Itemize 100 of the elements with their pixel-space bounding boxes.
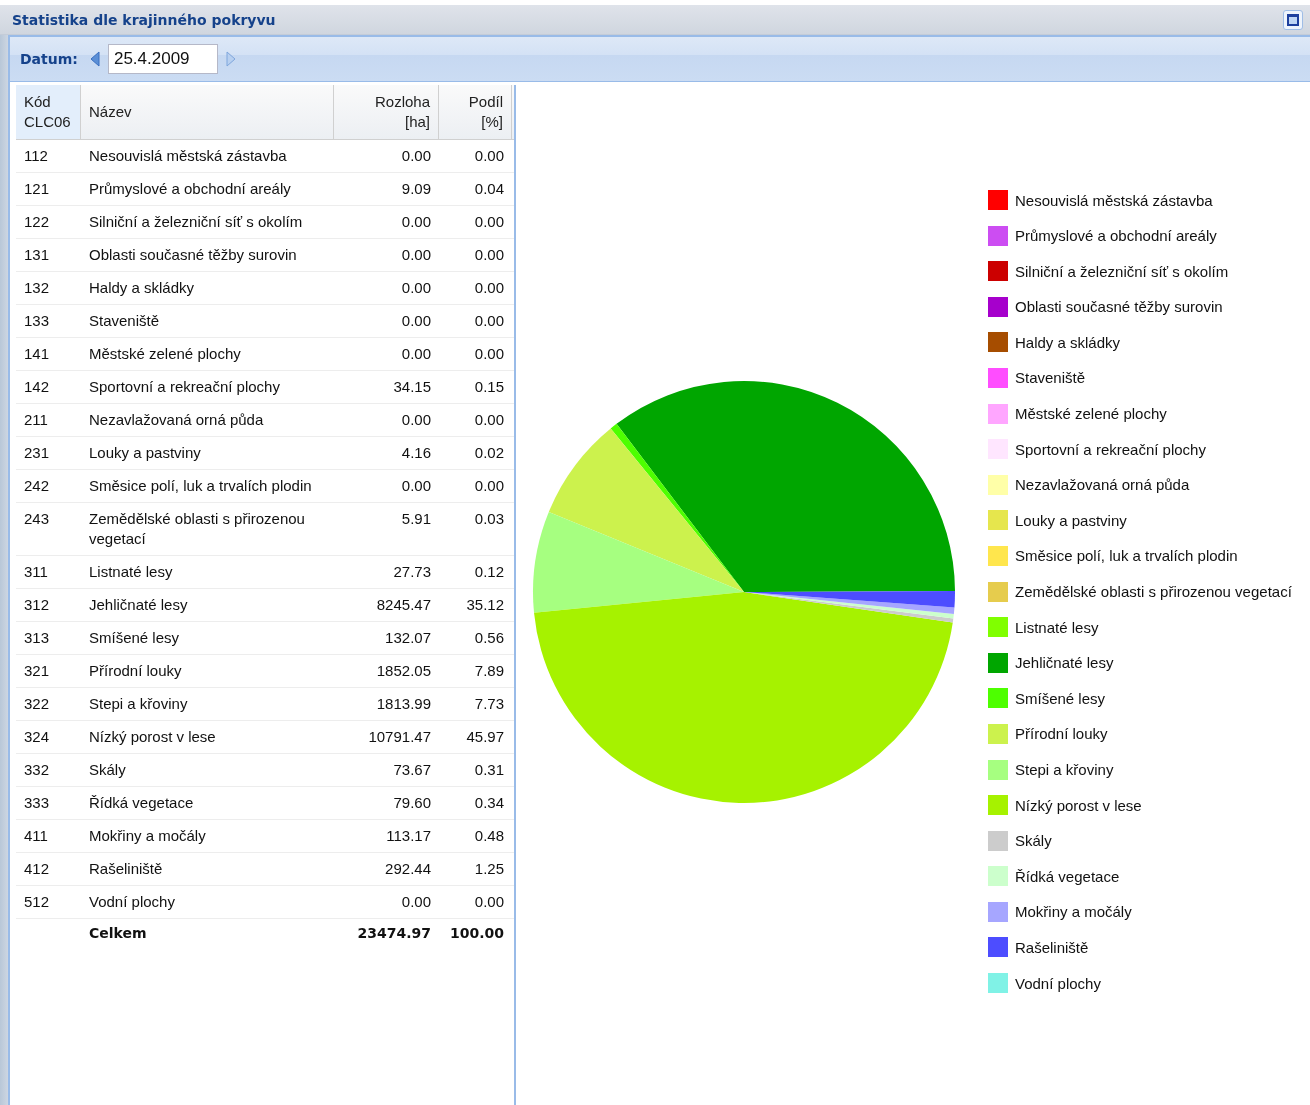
table-cell-text: 322 xyxy=(23,694,51,714)
legend-label: Přírodní louky xyxy=(1015,725,1108,743)
table-cell-text: 0.00 xyxy=(473,212,505,232)
legend-label: Silniční a železniční síť s okolím xyxy=(1015,262,1229,280)
table-cell-text: 0.00 xyxy=(400,212,432,232)
table-cell-text: Smíšené lesy xyxy=(88,628,181,648)
legend-label: Haldy a skládky xyxy=(1015,333,1121,351)
table-cell-text: Nesouvislá městská zástavba xyxy=(88,146,288,166)
table-cell-text: 5.91 xyxy=(400,509,432,529)
table-cell-text: 0.00 xyxy=(473,476,505,496)
table-cell-text: Vodní plochy xyxy=(88,892,176,912)
table-cell-text: 0.00 xyxy=(473,344,505,364)
table-cell-text: 0.00 xyxy=(473,311,505,331)
table-cell-text: 0.34 xyxy=(473,793,505,813)
legend-label: Nízký porost v lese xyxy=(1015,796,1142,814)
table-cell-text: 10791.47 xyxy=(367,727,432,747)
table-cell-text: Haldy a skládky xyxy=(88,278,196,298)
table-cell-text: 142 xyxy=(23,377,51,397)
panel-title: Statistika dle krajinného pokryvu xyxy=(12,11,276,28)
table-cell-text: Zemědělské oblasti s přirozenou vegetací xyxy=(88,509,306,549)
table-cell-text: 141 xyxy=(23,344,51,364)
date-field[interactable]: 25.4.2009 xyxy=(107,44,218,74)
table-cell-text: 0.00 xyxy=(400,311,432,331)
table-cell-text: Sportovní a rekreační plochy xyxy=(88,377,281,397)
table-cell-text: 0.00 xyxy=(473,278,505,298)
table-cell-text: 333 xyxy=(23,793,51,813)
table-cell-text: Skály xyxy=(88,760,127,780)
next-icon[interactable] xyxy=(225,51,236,67)
maximize-icon[interactable] xyxy=(1283,9,1303,30)
table-cell-text: 0.15 xyxy=(473,377,505,397)
legend-label: Rašeliniště xyxy=(1015,938,1089,956)
column-header[interactable]: Název xyxy=(81,85,334,139)
table-cell-text: 411 xyxy=(23,826,49,846)
table-cell-text: 34.15 xyxy=(392,377,432,397)
table-cell-text: 0.00 xyxy=(400,476,432,496)
table-cell-text: 0.04 xyxy=(473,179,505,199)
legend-label: Průmyslové a obchodní areály xyxy=(1015,227,1217,245)
table-cell-text: Přírodní louky xyxy=(88,661,183,681)
table-cell-text: 0.00 xyxy=(473,146,505,166)
legend-label: Jehličnaté lesy xyxy=(1015,654,1114,672)
legend-label: Oblasti současné těžby surovin xyxy=(1015,298,1223,316)
table-cell-text: 113.17 xyxy=(385,826,432,846)
table-cell-text: 0.00 xyxy=(473,410,505,430)
total-area: 23474.97 xyxy=(334,919,439,951)
table-cell-text: 231 xyxy=(23,443,51,463)
table-cell-text: 324 xyxy=(23,727,51,747)
table-cell-text: 1.25 xyxy=(473,859,505,879)
table-cell-text: 4.16 xyxy=(400,443,432,463)
table-cell-text: 1852.05 xyxy=(375,661,432,681)
table-cell-text: 73.67 xyxy=(392,760,432,780)
table-cell-text: 211 xyxy=(23,410,49,430)
table-cell-text: Nezavlažovaná orná půda xyxy=(88,410,265,430)
table-cell-text: Mokřiny a močály xyxy=(88,826,207,846)
table-cell-text: 0.56 xyxy=(473,628,505,648)
table-cell-text: 0.00 xyxy=(473,892,505,912)
table-cell-text: 312 xyxy=(23,595,51,615)
legend-label: Městské zelené plochy xyxy=(1015,405,1167,423)
legend-label: Staveniště xyxy=(1015,369,1086,387)
table-cell-text: Jehličnaté lesy xyxy=(88,595,189,615)
column-header[interactable]: Kód CLC06 xyxy=(16,85,81,139)
table-cell-text: 0.48 xyxy=(473,826,505,846)
table-cell-text: 242 xyxy=(23,476,51,496)
table-cell-text: 121 xyxy=(23,179,51,199)
table-cell-text: 122 xyxy=(23,212,51,232)
table-cell-text: Řídká vegetace xyxy=(88,793,195,813)
legend-label: Louky a pastviny xyxy=(1015,511,1127,529)
column-header[interactable]: Podíl [%] xyxy=(439,85,512,139)
table-cell-text: Silniční a železniční síť s okolím xyxy=(88,212,304,232)
table-cell-text: 0.12 xyxy=(473,562,505,582)
legend-label: Skály xyxy=(1015,832,1052,850)
legend-label: Nesouvislá městská zástavba xyxy=(1015,191,1213,209)
table-cell-text: Stepi a křoviny xyxy=(88,694,189,714)
table-cell-text: Nízký porost v lese xyxy=(88,727,217,747)
legend-label: Smíšené lesy xyxy=(1015,689,1106,707)
table-cell-text: 0.00 xyxy=(400,278,432,298)
legend-label: Stepi a křoviny xyxy=(1015,761,1114,778)
table-cell-text: 27.73 xyxy=(392,562,432,582)
table-cell-text: 132.07 xyxy=(384,628,432,648)
table-cell-text: 7.89 xyxy=(473,661,505,681)
previous-icon[interactable] xyxy=(89,51,100,67)
table-cell-text: 0.31 xyxy=(473,760,505,780)
column-header[interactable]: Rozloha [ha] xyxy=(334,85,439,139)
table-cell-text: Rašeliniště xyxy=(88,859,164,879)
table-cell-text: Listnaté lesy xyxy=(88,562,174,582)
legend-label: Řídká vegetace xyxy=(1015,867,1120,885)
table-cell-text: 0.00 xyxy=(473,245,505,265)
table-cell-text: Oblasti současné těžby surovin xyxy=(88,245,298,265)
table-cell-text: 313 xyxy=(23,628,51,648)
table-cell-text: Staveniště xyxy=(88,311,161,331)
table-cell-text: 7.73 xyxy=(473,694,505,714)
legend-label: Listnaté lesy xyxy=(1015,618,1099,636)
table-cell-text: 0.03 xyxy=(473,509,505,529)
table-cell-text: 412 xyxy=(23,859,51,879)
table-cell-text: 112 xyxy=(23,146,49,166)
table-cell-text: 0.00 xyxy=(400,146,432,166)
legend-label: Zemědělské oblasti s přirozenou vegetací xyxy=(1015,583,1292,601)
total-label: Celkem xyxy=(88,924,148,943)
table-cell-text: Louky a pastviny xyxy=(88,443,202,463)
table-cell-text: 311 xyxy=(23,562,49,582)
table-cell-text: 131 xyxy=(23,245,51,265)
